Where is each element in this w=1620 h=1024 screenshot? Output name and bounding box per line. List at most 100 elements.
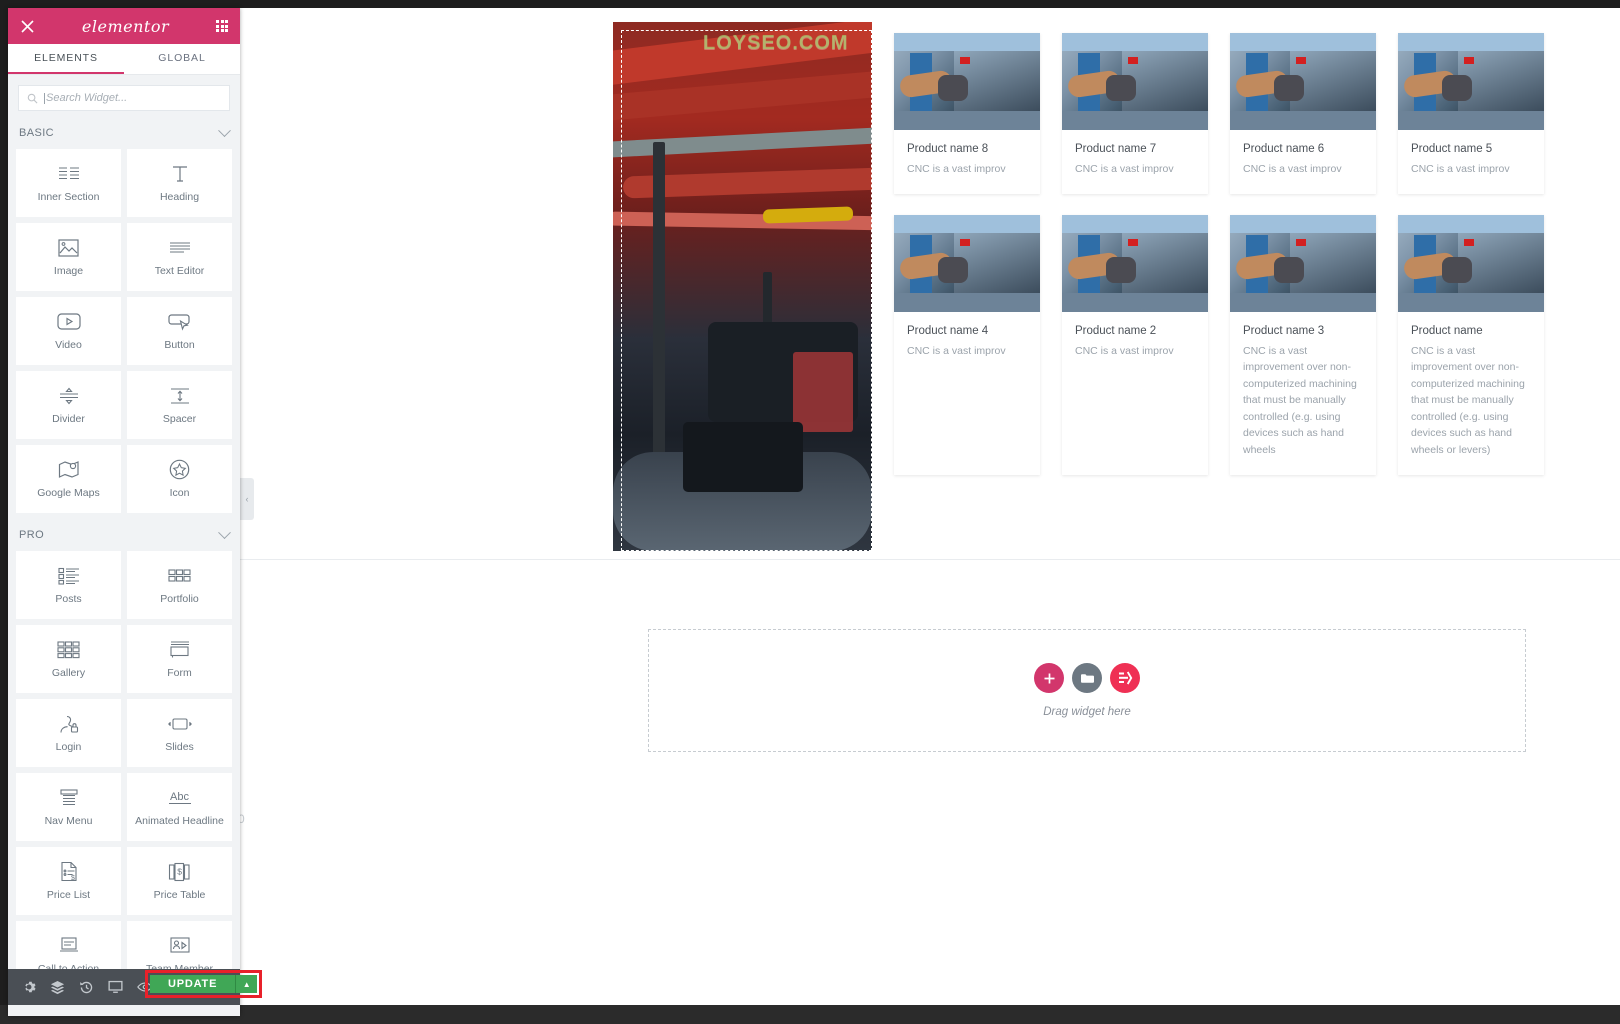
product-image xyxy=(1062,33,1208,130)
elementskit-button[interactable] xyxy=(1110,663,1140,693)
widget-price-table[interactable]: $ Price Table xyxy=(127,847,232,915)
tab-elements[interactable]: ELEMENTS xyxy=(8,44,124,74)
widget-portfolio[interactable]: Portfolio xyxy=(127,551,232,619)
widget-label: Login xyxy=(55,740,82,753)
svg-text:$: $ xyxy=(177,866,182,876)
widget-icon[interactable]: Icon xyxy=(127,445,232,513)
widget-button[interactable]: Button xyxy=(127,297,232,365)
widget-label: Price Table xyxy=(153,888,206,901)
chevron-down-icon xyxy=(218,123,231,137)
product-description: CNC is a vast improv xyxy=(907,344,1006,357)
widget-heading[interactable]: Heading xyxy=(127,149,232,217)
widget-label: Posts xyxy=(55,592,82,605)
folder-icon xyxy=(1080,673,1094,683)
settings-gear-icon[interactable] xyxy=(14,969,43,1005)
product-description: CNC is a vast improv xyxy=(1075,163,1174,175)
elementor-editor: elementor ELEMENTS GLOBAL Search Widget.… xyxy=(0,0,1620,1024)
product-description: CNC is a vast improvement over non-compu… xyxy=(1411,344,1525,457)
tab-global[interactable]: GLOBAL xyxy=(124,44,240,74)
inner-section-icon xyxy=(58,163,80,185)
product-card[interactable]: Product name 2 CNC is a vast improv xyxy=(1062,214,1208,475)
widget-gallery[interactable]: Gallery xyxy=(16,625,121,693)
product-card[interactable]: Product name 3 CNC is a vast improvement… xyxy=(1230,214,1376,475)
heading-icon xyxy=(170,163,190,185)
window-chrome-left xyxy=(0,0,8,1024)
product-card[interactable]: Product name 4 CNC is a vast improv xyxy=(894,214,1040,475)
product-card[interactable]: Product name 5 CNC is a vast improv xyxy=(1398,33,1544,194)
product-description: CNC is a vast improvement over non-compu… xyxy=(1243,344,1357,457)
widget-slides[interactable]: Slides xyxy=(127,699,232,767)
elementskit-icon xyxy=(1118,671,1132,685)
divider-icon xyxy=(58,385,80,407)
product-body: Product name 6 CNC is a vast improv xyxy=(1230,130,1376,194)
product-title: Product name 3 xyxy=(1243,324,1325,337)
navigator-layers-icon[interactable] xyxy=(43,969,72,1005)
widget-posts[interactable]: Posts xyxy=(16,551,121,619)
update-options-caret[interactable]: ▲ xyxy=(235,975,258,993)
widget-divider[interactable]: Divider xyxy=(16,371,121,439)
product-card[interactable]: Product name 6 CNC is a vast improv xyxy=(1230,33,1376,194)
widget-google-maps[interactable]: Google Maps xyxy=(16,445,121,513)
search-widget-wrap: Search Widget... xyxy=(8,75,240,119)
product-description: CNC is a vast improv xyxy=(1243,163,1342,175)
product-body: Product name 8 CNC is a vast improv xyxy=(894,130,1040,194)
panel-collapse-handle[interactable]: ‹ xyxy=(240,478,254,520)
spacer-icon xyxy=(169,385,191,407)
product-image xyxy=(1398,33,1544,130)
product-title: Product name 4 xyxy=(907,324,989,337)
widget-login[interactable]: Login xyxy=(16,699,121,767)
history-icon[interactable] xyxy=(72,969,101,1005)
widget-label: Video xyxy=(55,338,82,351)
hero-image-widget[interactable]: LOYSEO.COM xyxy=(613,8,873,551)
widget-label: Gallery xyxy=(51,666,86,679)
widget-label: Google Maps xyxy=(37,486,100,499)
widget-label: Button xyxy=(164,338,195,351)
product-card[interactable]: Product name CNC is a vast improvement o… xyxy=(1398,214,1544,475)
update-button[interactable]: UPDATE xyxy=(150,975,236,993)
product-title: Product name 7 xyxy=(1075,143,1157,155)
widget-spacer[interactable]: Spacer xyxy=(127,371,232,439)
widget-animated-headline[interactable]: Abc Animated Headline xyxy=(127,773,232,841)
product-grid: Product name 8 CNC is a vast improv Prod… xyxy=(894,8,1544,496)
widget-label: Spacer xyxy=(162,412,197,425)
widget-inner-section[interactable]: Inner Section xyxy=(16,149,121,217)
add-section-button[interactable] xyxy=(1034,663,1064,693)
close-icon[interactable] xyxy=(20,19,35,34)
search-icon xyxy=(27,93,38,103)
drop-widget-zone[interactable]: Drag widget here xyxy=(648,629,1526,752)
product-card[interactable]: Product name 7 CNC is a vast improv xyxy=(1062,33,1208,194)
product-description: CNC is a vast improv xyxy=(907,163,1006,175)
product-image xyxy=(894,214,1040,312)
hero-image[interactable]: LOYSEO.COM xyxy=(613,22,872,551)
product-card[interactable]: Product name 8 CNC is a vast improv xyxy=(894,33,1040,194)
apps-grid-icon[interactable] xyxy=(216,20,228,32)
add-template-button[interactable] xyxy=(1072,663,1102,693)
widget-form[interactable]: Form xyxy=(127,625,232,693)
animated-headline-icon: Abc xyxy=(167,787,193,809)
widget-grid-basic: Inner Section Heading Image Text Editor … xyxy=(16,149,232,513)
product-description: CNC is a vast improv xyxy=(1075,344,1174,357)
widget-list[interactable]: BASIC Inner Section Heading Image Text E… xyxy=(8,119,240,1016)
widget-price-list[interactable]: $ Price List xyxy=(16,847,121,915)
portfolio-icon xyxy=(168,565,191,587)
product-body: Product name 5 CNC is a vast improv xyxy=(1398,130,1544,194)
widget-text-editor[interactable]: Text Editor xyxy=(127,223,232,291)
responsive-mode-icon[interactable] xyxy=(101,969,130,1005)
widget-image[interactable]: Image xyxy=(16,223,121,291)
elementor-logo: elementor xyxy=(81,16,170,36)
widget-video[interactable]: Video xyxy=(16,297,121,365)
category-header-pro[interactable]: PRO xyxy=(16,513,232,551)
product-title: Product name 8 xyxy=(907,143,989,155)
widget-label: Form xyxy=(167,666,192,679)
image-icon xyxy=(58,237,79,259)
widget-label: Divider xyxy=(52,412,85,425)
widget-nav-menu[interactable]: Nav Menu xyxy=(16,773,121,841)
editor-canvas[interactable]: LOYSEO.COM Product name 8 CNC is a vast … xyxy=(240,8,1620,1005)
dropzone-buttons xyxy=(1034,663,1140,693)
search-input[interactable]: Search Widget... xyxy=(18,85,230,111)
canvas-section-empty[interactable]: Drag widget here xyxy=(240,560,1620,1005)
widget-label: Text Editor xyxy=(154,264,205,277)
window-chrome-top xyxy=(0,0,1620,8)
category-header-basic[interactable]: BASIC xyxy=(16,119,232,149)
dropzone-label: Drag widget here xyxy=(1043,706,1131,718)
